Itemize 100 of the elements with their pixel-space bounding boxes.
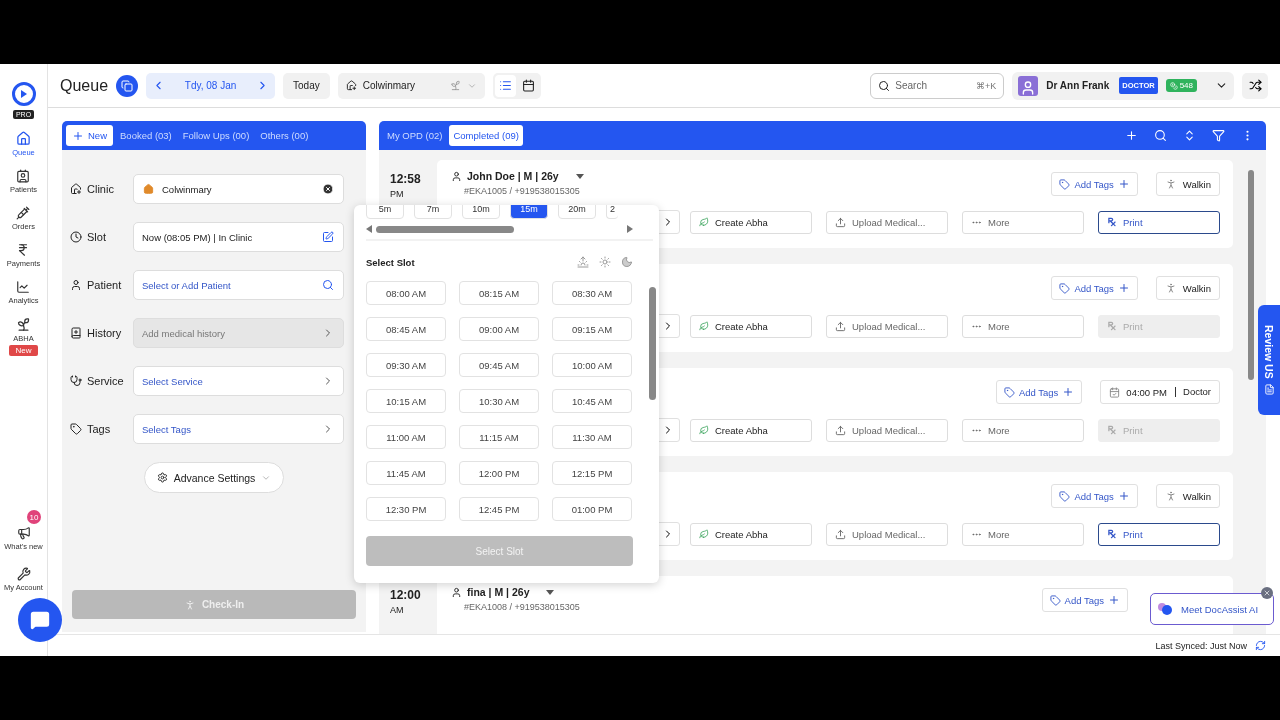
shuffle-icon (1248, 79, 1262, 92)
field-label: Tags (87, 423, 111, 435)
time-slot-button[interactable]: 11:45 AM (366, 461, 446, 485)
leaf-icon (699, 529, 709, 539)
moon-icon[interactable] (621, 256, 633, 268)
time-slot-button[interactable]: 12:15 PM (552, 461, 632, 485)
time-slot-button[interactable]: 12:30 PM (366, 497, 446, 521)
time-slot-button[interactable]: 01:00 PM (552, 497, 632, 521)
calendar-icon (521, 79, 535, 92)
scrollbar[interactable] (1248, 170, 1254, 380)
more-button[interactable]: More (962, 210, 1084, 234)
create-abha-button[interactable]: Create Abha (690, 522, 812, 546)
plus-icon (1117, 490, 1130, 502)
time-slot-button[interactable]: 09:15 AM (552, 317, 632, 341)
queue-tab[interactable]: Booked (03) (116, 125, 176, 146)
caret-icon[interactable] (575, 173, 584, 179)
patient-search-field[interactable]: Select or Add Patient (133, 270, 344, 300)
new-button[interactable]: New (66, 125, 113, 146)
sunrise-icon[interactable] (577, 256, 589, 268)
add-tags-button[interactable]: Add Tags (1051, 484, 1138, 508)
clinic-select[interactable]: Colwinmary (337, 72, 485, 99)
time-slot-button[interactable]: 12:00 PM (459, 461, 539, 485)
more-button[interactable]: More (962, 522, 1084, 546)
time-slot-button[interactable]: 11:15 AM (459, 425, 539, 449)
sun-icon[interactable] (599, 256, 611, 268)
add-tags-button[interactable]: Add Tags (1051, 172, 1138, 196)
user-name: Dr Ann Frank (1046, 80, 1110, 91)
edit-icon[interactable] (322, 231, 334, 243)
caret-icon[interactable] (546, 589, 555, 595)
queue-tab[interactable]: Others (00) (256, 125, 313, 146)
scroll-right-icon[interactable] (627, 225, 633, 233)
user-icon (451, 170, 462, 182)
upload-button[interactable]: Upload Medical... (826, 418, 948, 442)
upload-icon (835, 528, 846, 540)
scrollbar[interactable] (649, 287, 656, 400)
service-select[interactable]: Select Service (133, 366, 344, 396)
clinic-field[interactable]: Colwinmary (133, 174, 344, 204)
more-button[interactable]: More (962, 314, 1084, 338)
add-tags-button[interactable]: Add Tags (1051, 276, 1138, 300)
duration-chip[interactable]: 15m (510, 205, 548, 219)
time-slot-button[interactable]: 08:45 AM (366, 317, 446, 341)
filter-button[interactable] (1212, 129, 1225, 142)
duration-chip[interactable]: 10m (462, 205, 500, 219)
time-slot-button[interactable]: 09:45 AM (459, 353, 539, 377)
switch-button[interactable] (1242, 72, 1268, 99)
chat-button[interactable] (18, 598, 62, 642)
opd-tab[interactable]: Completed (09) (449, 125, 523, 146)
points-badge: 548 (1165, 79, 1197, 92)
advance-settings-button[interactable]: Advance Settings (143, 462, 285, 493)
list-view-button[interactable] (494, 74, 516, 97)
print-button[interactable]: Print (1098, 210, 1220, 234)
appointment-type: Doctor (1175, 387, 1211, 397)
create-abha-button[interactable]: Create Abha (690, 418, 812, 442)
tag-icon (1059, 178, 1071, 190)
queue-button[interactable] (116, 74, 139, 97)
time-slot-button[interactable]: 12:45 PM (459, 497, 539, 521)
more-button[interactable]: More (962, 418, 1084, 442)
plus-icon (1108, 594, 1120, 606)
sort-icon (1183, 129, 1196, 142)
review-tab[interactable]: Review US (1258, 305, 1280, 415)
add-tags-button[interactable]: Add Tags (995, 380, 1083, 404)
slot-field[interactable]: Now (08:05 PM) | In Clinic (133, 222, 344, 252)
upload-button[interactable]: Upload Medical... (826, 314, 948, 338)
duration-chip[interactable]: 2 (606, 205, 618, 219)
upload-button[interactable]: Upload Medical... (826, 522, 948, 546)
time-slot-button[interactable]: 11:30 AM (552, 425, 632, 449)
time-slot-button[interactable]: 11:00 AM (366, 425, 446, 449)
duration-chip[interactable]: 20m (558, 205, 596, 219)
search-button[interactable] (1154, 129, 1167, 142)
create-abha-button[interactable]: Create Abha (690, 314, 812, 338)
tag-icon (70, 423, 82, 435)
clear-icon[interactable] (322, 183, 334, 195)
prescription-icon (1107, 217, 1117, 227)
time-slot-button[interactable]: 08:00 AM (366, 281, 446, 305)
queue-tab[interactable]: Follow Ups (00) (178, 125, 254, 146)
add-tags-button[interactable]: Add Tags (1041, 588, 1128, 612)
duration-chip[interactable]: 7m (414, 205, 452, 219)
time-slot-button[interactable]: 08:30 AM (552, 281, 632, 305)
time-slot-button[interactable]: 10:00 AM (552, 353, 632, 377)
time-slot-button[interactable]: 09:30 AM (366, 353, 446, 377)
print-button[interactable]: Print (1098, 522, 1220, 546)
time-slot-button[interactable]: 10:15 AM (366, 389, 446, 413)
time-slot-button[interactable]: 09:00 AM (459, 317, 539, 341)
duration-chip[interactable]: 5m (366, 205, 404, 219)
sort-button[interactable] (1183, 129, 1196, 142)
scrollbar[interactable] (376, 225, 514, 233)
tags-select[interactable]: Select Tags (133, 414, 344, 444)
create-abha-button[interactable]: Create Abha (690, 210, 812, 234)
today-button[interactable]: Today (283, 72, 330, 99)
assistant-button[interactable]: Meet DocAssist AI (1150, 593, 1274, 625)
time-slot-button[interactable]: 08:15 AM (459, 281, 539, 305)
count-badge: 10 (26, 510, 41, 524)
tag-icon (1049, 594, 1061, 606)
time-slot-button[interactable]: 10:30 AM (459, 389, 539, 413)
refresh-icon (1255, 640, 1266, 651)
upload-button[interactable]: Upload Medical... (826, 210, 948, 234)
refresh-button[interactable] (1255, 640, 1266, 651)
add-button[interactable] (1125, 129, 1138, 142)
opd-tab[interactable]: My OPD (02) (383, 125, 447, 146)
time-slot-button[interactable]: 10:45 AM (552, 389, 632, 413)
